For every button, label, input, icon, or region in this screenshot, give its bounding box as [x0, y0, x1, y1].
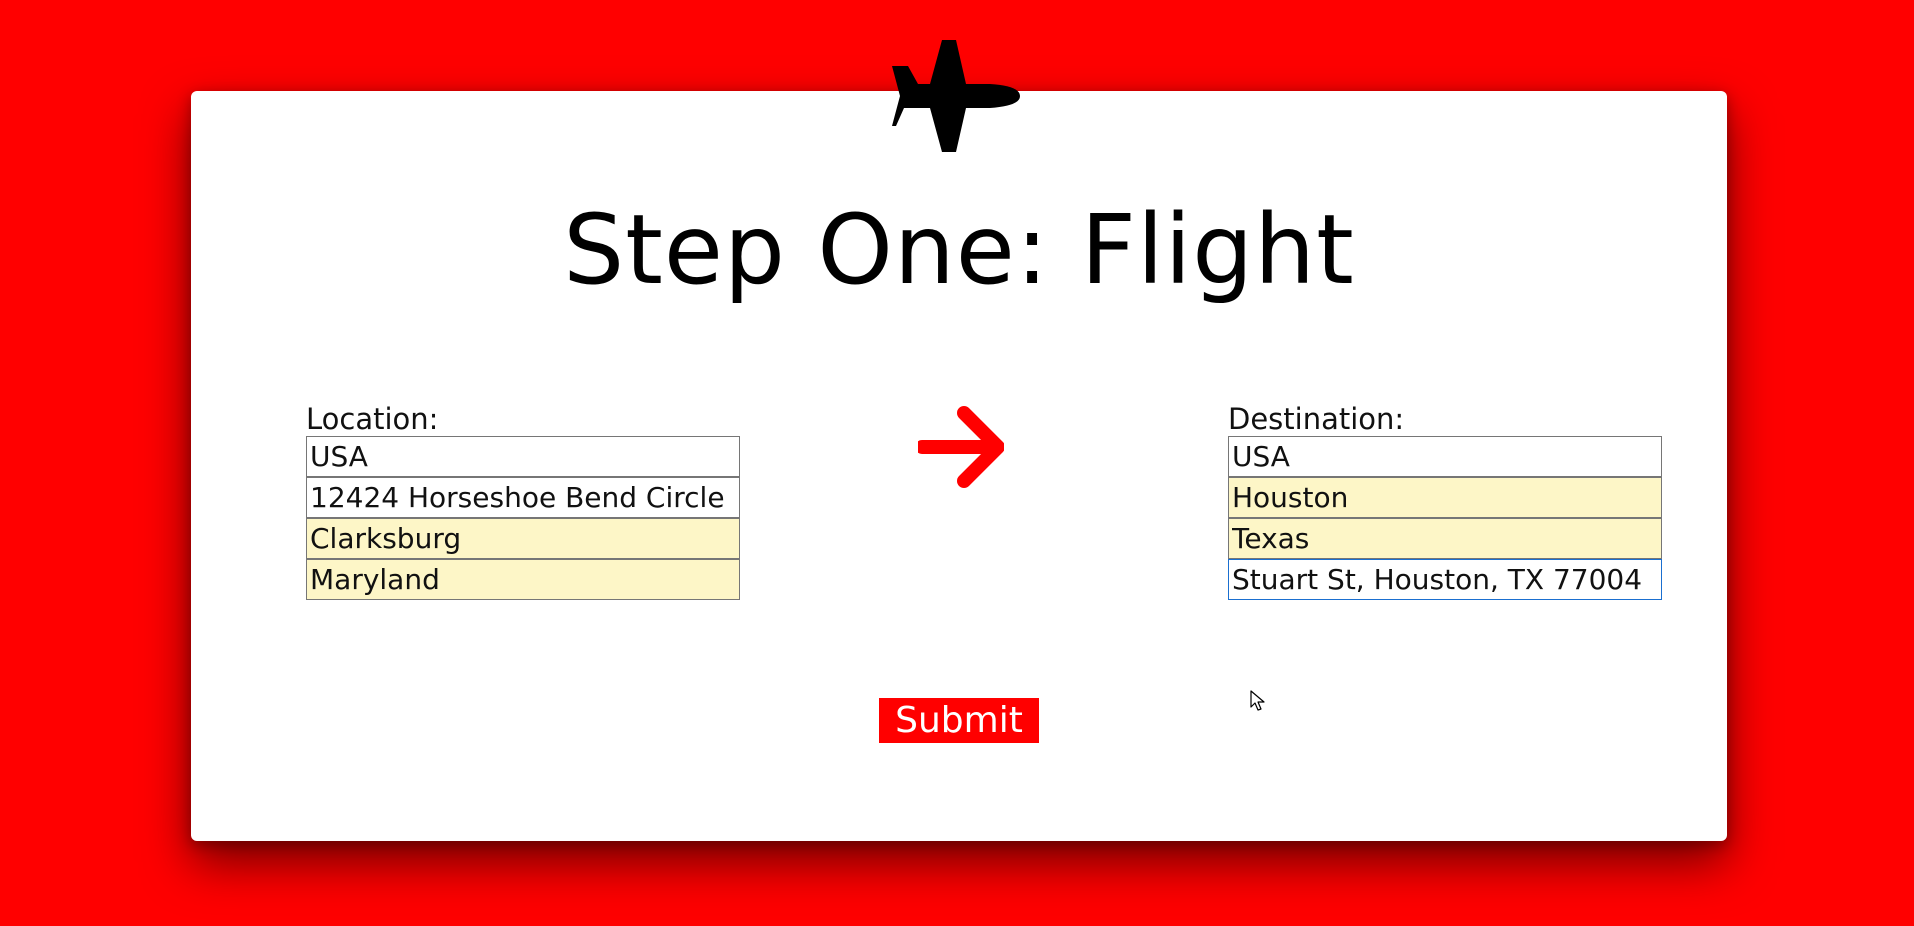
location-city-input[interactable] [306, 518, 740, 559]
destination-address-input[interactable] [1228, 559, 1662, 600]
location-street-input[interactable] [306, 477, 740, 518]
page-title: Step One: Flight [563, 194, 1355, 306]
airplane-icon [892, 40, 1020, 152]
arrow-right-icon [918, 406, 1004, 488]
submit-button[interactable]: Submit [879, 698, 1039, 743]
location-label: Location: [306, 402, 439, 436]
destination-city-input[interactable] [1228, 477, 1662, 518]
destination-state-input[interactable] [1228, 518, 1662, 559]
destination-country-input[interactable] [1228, 436, 1662, 477]
destination-label: Destination: [1228, 402, 1405, 436]
location-state-input[interactable] [306, 559, 740, 600]
destination-group: Destination: [1228, 402, 1662, 600]
mouse-cursor-icon [1250, 690, 1265, 711]
location-group: Location: [306, 402, 740, 600]
location-country-input[interactable] [306, 436, 740, 477]
